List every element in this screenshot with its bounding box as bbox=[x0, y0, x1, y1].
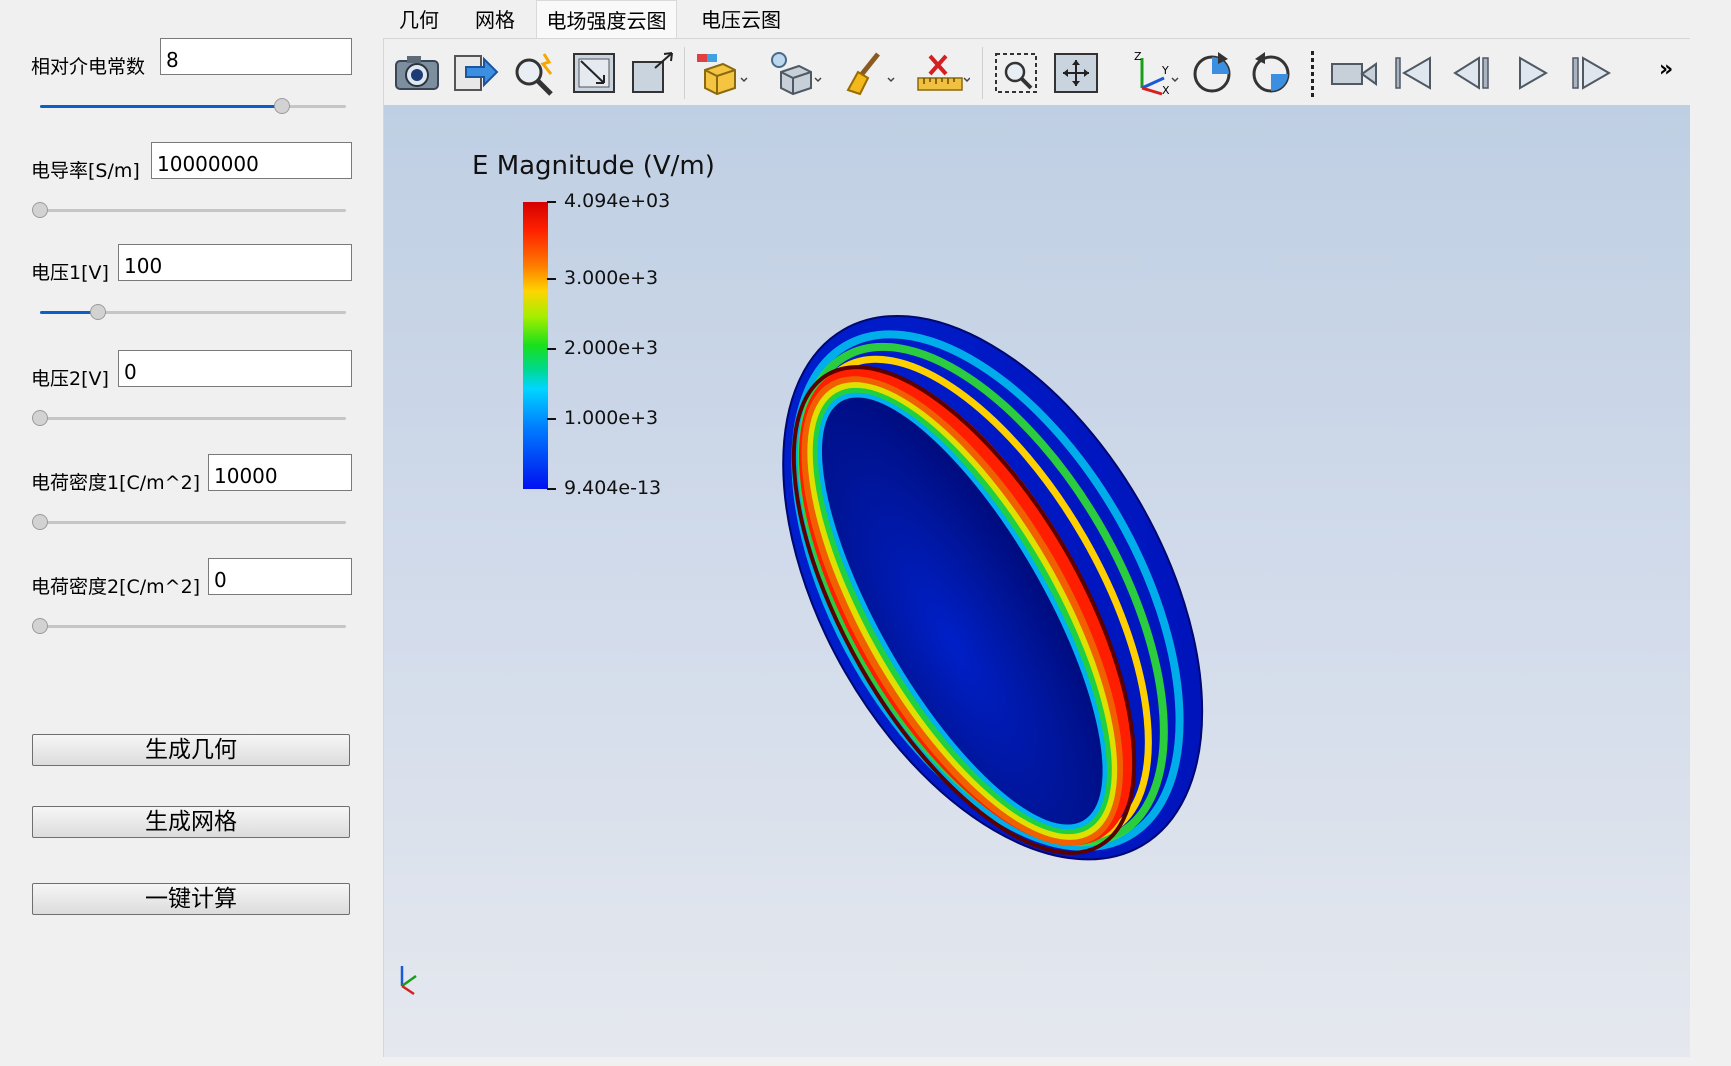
slider-thumb[interactable] bbox=[90, 304, 107, 320]
toolbar-more-button[interactable]: » bbox=[1659, 57, 1673, 82]
slider-fill bbox=[40, 105, 282, 108]
charge-density-2-input[interactable] bbox=[208, 558, 352, 595]
compute-button[interactable]: 一键计算 bbox=[32, 883, 350, 915]
svg-text:Y: Y bbox=[1161, 64, 1169, 77]
param-charge-density-1: 电荷密度1[C/m^2] bbox=[0, 454, 380, 554]
param-label: 电荷密度1[C/m^2] bbox=[31, 472, 201, 494]
render-viewport[interactable]: E Magnitude (V/m) 4.094e+03 3.000e+3 2.000… bbox=[383, 105, 1690, 1057]
reset-view-icon[interactable] bbox=[629, 50, 677, 96]
param-label: 电导率[S/m] bbox=[31, 160, 140, 182]
conductivity-input[interactable] bbox=[151, 142, 352, 179]
slider-thumb[interactable] bbox=[273, 98, 290, 114]
play-icon[interactable] bbox=[1508, 50, 1556, 96]
param-label: 电荷密度2[C/m^2] bbox=[31, 576, 201, 598]
param-conductivity: 电导率[S/m] bbox=[0, 142, 380, 242]
param-relative-permittivity: 相对介电常数 bbox=[0, 38, 380, 138]
voltage-1-input[interactable] bbox=[118, 244, 352, 281]
box-select-icon[interactable] bbox=[695, 50, 748, 96]
video-icon[interactable] bbox=[1328, 50, 1377, 96]
slider-thumb[interactable] bbox=[32, 514, 48, 530]
tab-geometry[interactable]: 几何 bbox=[382, 0, 456, 38]
generate-geometry-button[interactable]: 生成几何 bbox=[32, 734, 350, 766]
param-label: 电压1[V] bbox=[31, 262, 109, 284]
rotate-cw-icon[interactable] bbox=[1188, 50, 1236, 96]
axes-icon[interactable]: Z YX bbox=[1126, 50, 1179, 96]
param-voltage-1: 电压1[V] bbox=[0, 244, 380, 344]
relative-permittivity-input[interactable] bbox=[160, 38, 352, 75]
fit-view-icon[interactable] bbox=[570, 50, 618, 96]
pick-icon[interactable] bbox=[511, 50, 559, 96]
slider-thumb[interactable] bbox=[32, 410, 48, 426]
point-select-icon[interactable] bbox=[769, 50, 822, 96]
parameter-panel: 相对介电常数 电导率[S/m] 电压1[V] 电压2[V] bbox=[0, 0, 380, 1066]
toolbar: Z YX » bbox=[383, 38, 1690, 105]
pan-icon[interactable] bbox=[1052, 50, 1100, 96]
capacitor-disk bbox=[782, 314, 1204, 861]
charge-density-1-slider[interactable] bbox=[32, 512, 346, 534]
relative-permittivity-slider[interactable] bbox=[40, 96, 346, 118]
svg-text:X: X bbox=[1162, 84, 1170, 96]
tab-mesh[interactable]: 网格 bbox=[456, 0, 534, 38]
slider-thumb[interactable] bbox=[32, 202, 48, 218]
slider-thumb[interactable] bbox=[32, 618, 48, 634]
param-label: 相对介电常数 bbox=[31, 56, 146, 78]
clear-icon[interactable] bbox=[842, 50, 895, 96]
ruler-icon[interactable] bbox=[916, 50, 970, 96]
orientation-axes-icon bbox=[400, 966, 417, 996]
camera-icon[interactable] bbox=[393, 50, 441, 96]
previous-frame-icon[interactable] bbox=[1449, 50, 1497, 96]
svg-text:Z: Z bbox=[1134, 50, 1142, 63]
conductivity-slider[interactable] bbox=[32, 200, 346, 222]
voltage-1-slider[interactable] bbox=[40, 302, 346, 324]
param-charge-density-2: 电荷密度2[C/m^2] bbox=[0, 558, 380, 658]
zoom-box-icon[interactable] bbox=[993, 50, 1041, 96]
charge-density-2-slider[interactable] bbox=[32, 616, 346, 638]
rotate-ccw-icon[interactable] bbox=[1247, 50, 1295, 96]
param-label: 电压2[V] bbox=[31, 368, 109, 390]
voltage-2-input[interactable] bbox=[118, 350, 352, 387]
param-voltage-2: 电压2[V] bbox=[0, 350, 380, 450]
tab-electric-field[interactable]: 电场强度云图 bbox=[536, 0, 677, 38]
tab-voltage[interactable]: 电压云图 bbox=[682, 0, 800, 38]
voltage-2-slider[interactable] bbox=[32, 408, 346, 430]
export-icon[interactable] bbox=[452, 50, 500, 96]
electric-field-contour-plot[interactable] bbox=[384, 105, 1690, 1057]
charge-density-1-input[interactable] bbox=[208, 454, 352, 491]
generate-mesh-button[interactable]: 生成网格 bbox=[32, 806, 350, 838]
next-frame-icon[interactable] bbox=[1567, 50, 1615, 96]
first-frame-icon[interactable] bbox=[1390, 50, 1438, 96]
